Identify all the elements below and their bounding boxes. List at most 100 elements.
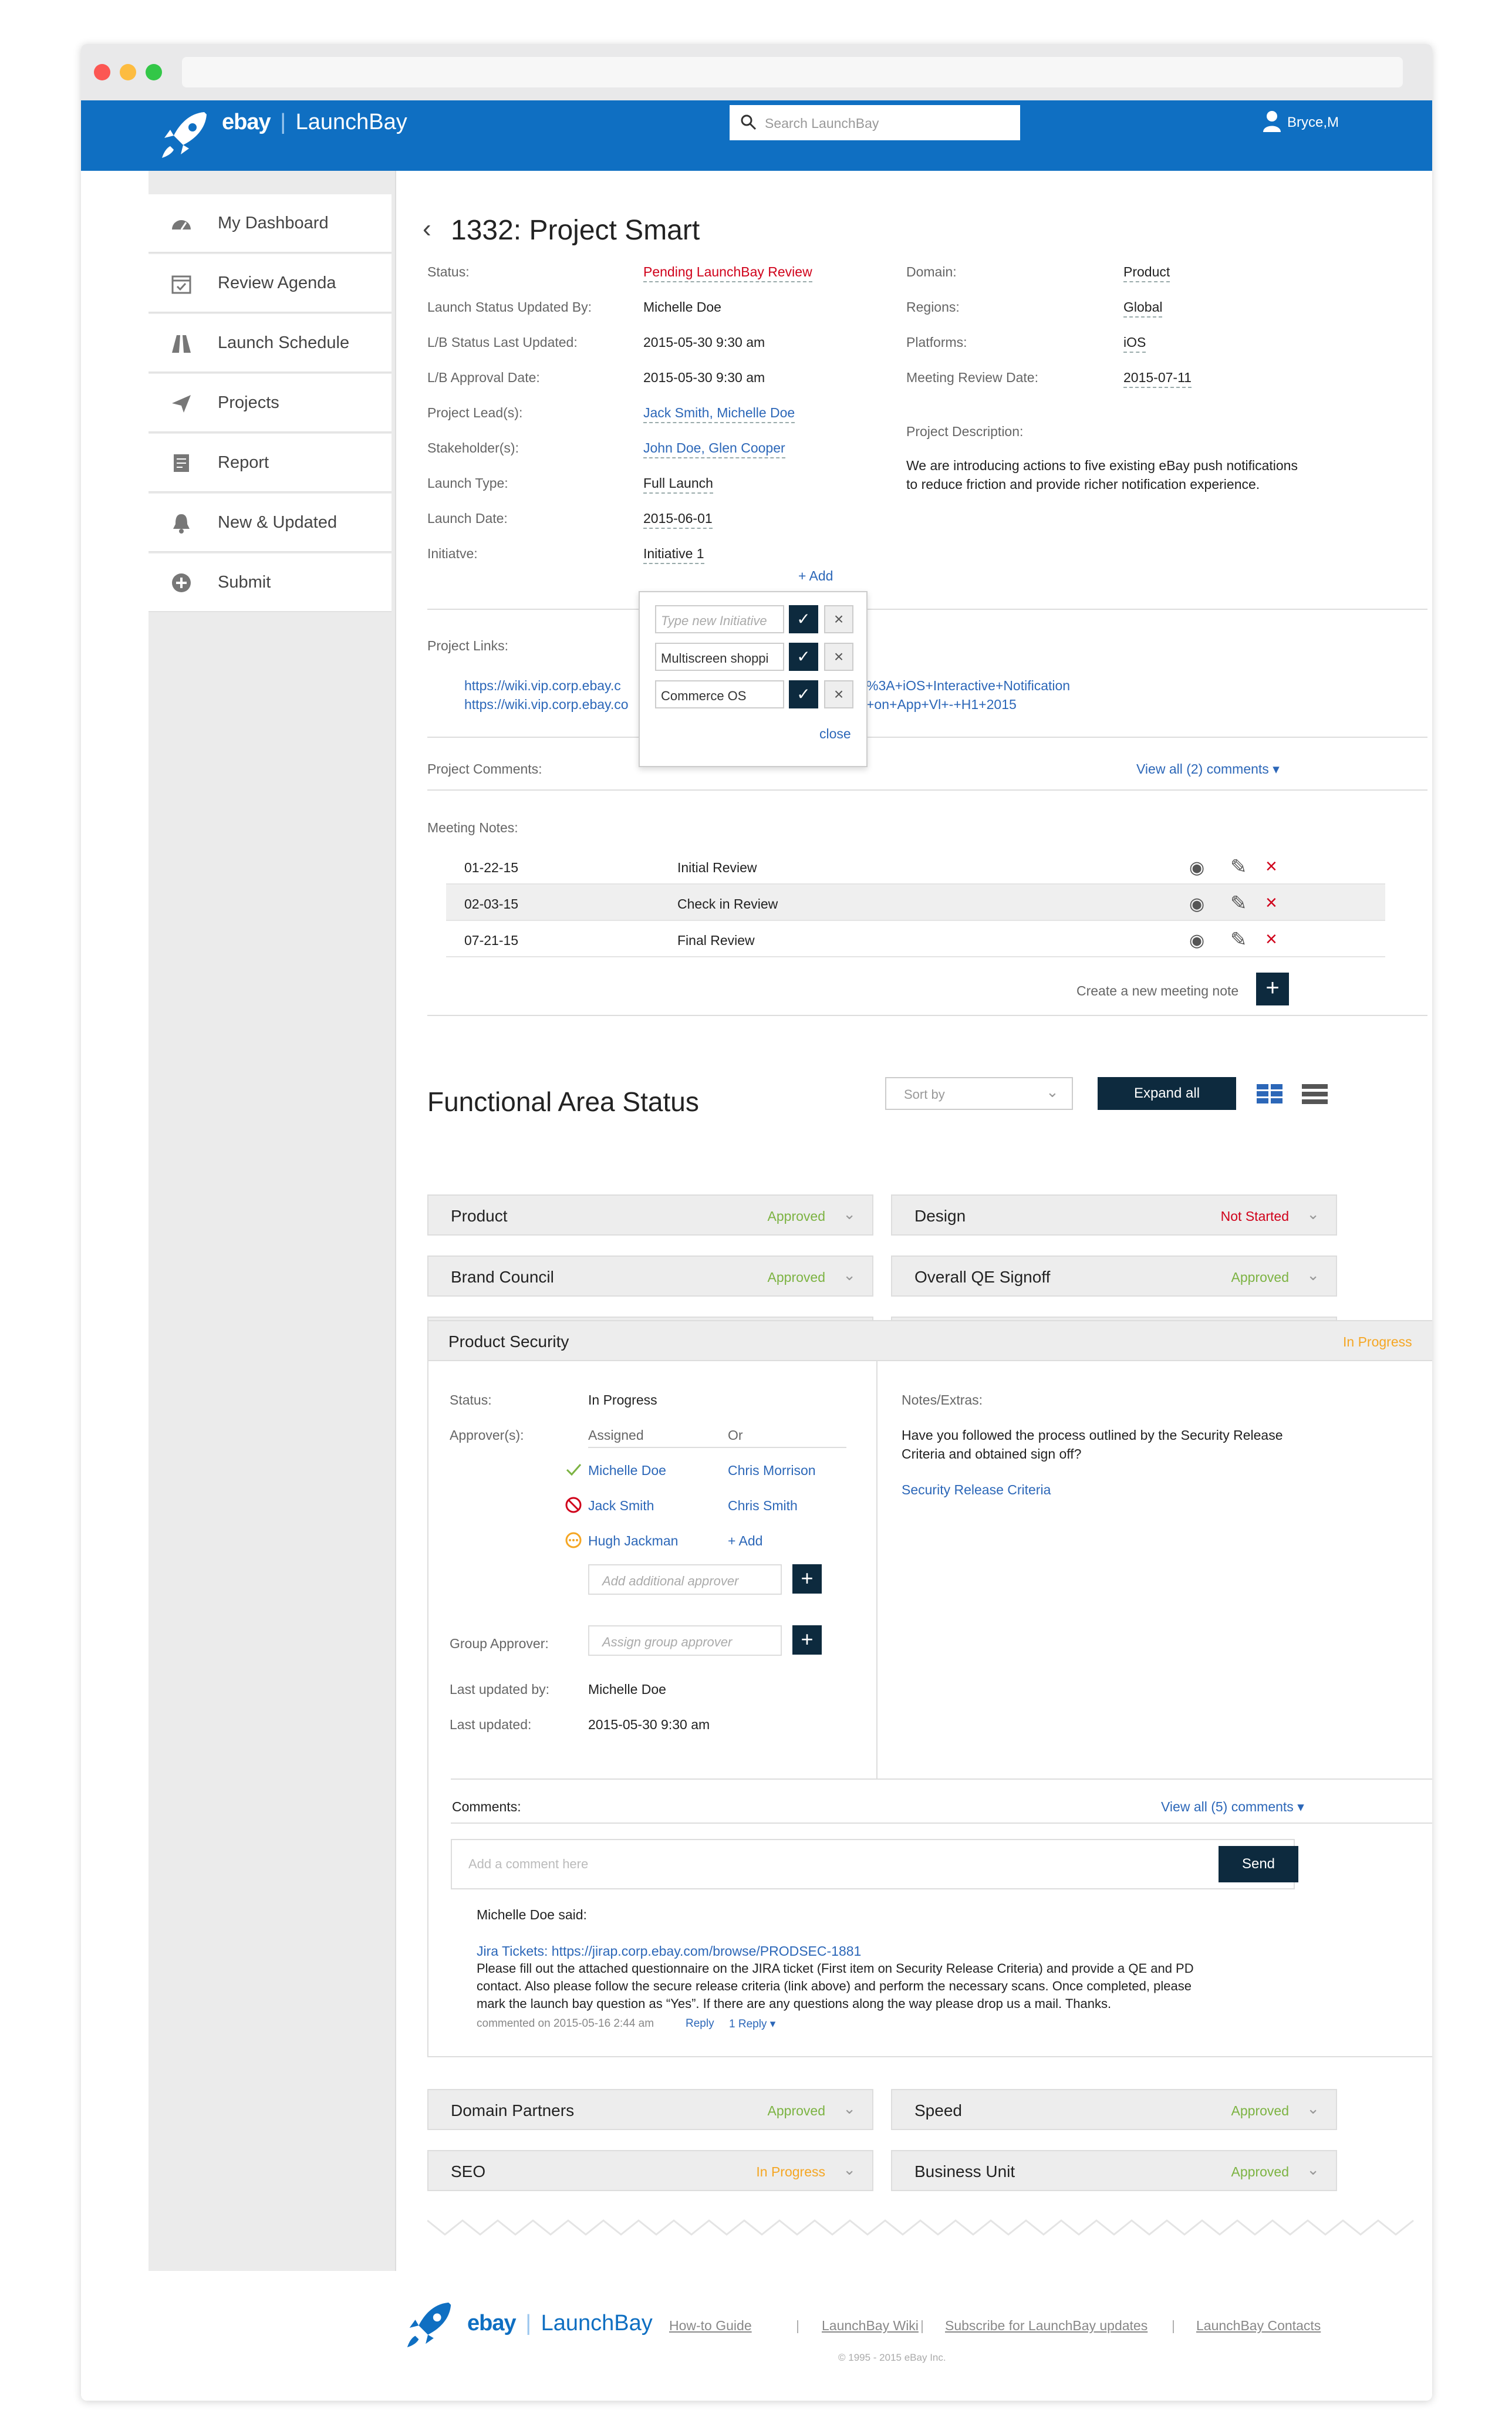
initiative-option-2[interactable]: Commerce OS	[655, 680, 784, 708]
chevron-down-icon[interactable]: ⌄	[1307, 1205, 1319, 1223]
view-eye-icon[interactable]: ◉	[1189, 930, 1204, 951]
send-comment-button[interactable]: Send	[1219, 1846, 1298, 1882]
remove-x-icon[interactable]: ×	[824, 605, 853, 633]
footer-link-contacts[interactable]: LaunchBay Contacts	[1196, 2318, 1321, 2334]
field-value: 2015-06-01	[643, 511, 713, 529]
field-value[interactable]: 2015-07-11	[1123, 370, 1192, 388]
sidebar-item-submit[interactable]: Submit	[148, 554, 392, 612]
project-link-1[interactable]: https://wiki.vip.corp.ebay.c	[464, 678, 621, 694]
project-link-2-tail[interactable]: +on+App+Vl+-+H1+2015	[866, 697, 1017, 713]
view-eye-icon[interactable]: ◉	[1189, 894, 1204, 914]
approver-name[interactable]: Hugh Jackman	[588, 1533, 678, 1549]
view-eye-icon[interactable]: ◉	[1189, 858, 1204, 878]
edit-pencil-icon[interactable]: ✎	[1230, 892, 1247, 915]
initiative-option-1[interactable]: Multiscreen shoppi	[655, 643, 784, 671]
chevron-down-icon[interactable]: ⌄	[843, 2161, 856, 2179]
functional-area-card[interactable]: Speed Approved ⌄	[891, 2089, 1337, 2130]
field-value[interactable]: Product	[1123, 264, 1170, 282]
add-initiative-link[interactable]: + Add	[798, 568, 833, 584]
field-value[interactable]: Jack Smith, Michelle Doe	[643, 405, 795, 423]
functional-area-card[interactable]: Overall QE Signoff Approved ⌄	[891, 1256, 1337, 1297]
user-menu[interactable]: Bryce,M	[1287, 114, 1339, 131]
confirm-check-icon[interactable]: ✓	[789, 605, 818, 633]
field-value[interactable]: iOS	[1123, 335, 1146, 353]
chevron-down-icon[interactable]: ⌄	[1307, 2100, 1319, 2118]
expand-all-button[interactable]: Expand all	[1098, 1077, 1236, 1110]
approver-name[interactable]: Michelle Doe	[588, 1463, 666, 1479]
sidebar-item-report[interactable]: Report	[148, 434, 392, 492]
chevron-down-icon[interactable]: ⌄	[843, 1205, 856, 1223]
create-meeting-note-button[interactable]: +	[1256, 973, 1289, 1005]
add-approver-alt-link[interactable]: + Add	[728, 1533, 762, 1549]
expanded-card-header[interactable]: Product Security In Progress ⌃	[427, 1320, 1432, 1361]
view-project-comments-link[interactable]: View all (2) comments ▾	[1136, 761, 1280, 777]
group-approver-input[interactable]: Assign group approver	[588, 1625, 782, 1656]
edit-pencil-icon[interactable]: ✎	[1230, 928, 1247, 951]
field-value[interactable]: Initiative 1	[643, 546, 704, 564]
security-release-criteria-link[interactable]: Security Release Criteria	[902, 1482, 1051, 1498]
new-initiative-input[interactable]: Type new Initiative	[655, 605, 784, 633]
status-value: In Progress	[588, 1392, 657, 1408]
project-comments-label: Project Comments:	[427, 761, 542, 777]
add-approver-input[interactable]: Add additional approver	[588, 1564, 782, 1595]
sidebar-item-new-updated[interactable]: New & Updated	[148, 494, 392, 552]
confirm-check-icon[interactable]: ✓	[789, 643, 818, 671]
footer-link-how-to-guide[interactable]: How-to Guide	[669, 2318, 752, 2334]
field-value[interactable]: John Doe, Glen Cooper	[643, 440, 785, 458]
status-badge: Approved	[1231, 2164, 1289, 2179]
project-link-1-tail[interactable]: %3A+iOS+Interactive+Notification	[866, 678, 1070, 694]
chevron-down-icon[interactable]: ⌄	[1307, 2161, 1319, 2179]
footer-link-wiki[interactable]: LaunchBay Wiki	[822, 2318, 919, 2334]
sidebar-item-launch-schedule[interactable]: Launch Schedule	[148, 314, 392, 373]
popover-close-link[interactable]: close	[819, 726, 851, 742]
footer-link-subscribe[interactable]: Subscribe for LaunchBay updates	[945, 2318, 1148, 2334]
functional-area-card[interactable]: Product Approved ⌄	[427, 1194, 873, 1236]
functional-area-card[interactable]: Business Unit Approved ⌄	[891, 2150, 1337, 2191]
bell-icon	[173, 514, 190, 534]
chevron-down-icon[interactable]: ⌄	[843, 1266, 856, 1284]
url-bar[interactable]	[182, 57, 1403, 87]
sidebar-item-projects[interactable]: Projects	[148, 374, 392, 433]
minimize-window-button[interactable]	[120, 64, 136, 80]
field-value[interactable]: Global	[1123, 299, 1163, 318]
chevron-down-icon[interactable]: ⌄	[843, 2100, 856, 2118]
functional-area-card[interactable]: Brand Council Approved ⌄	[427, 1256, 873, 1297]
approver-name[interactable]: Jack Smith	[588, 1498, 654, 1514]
add-approver-button[interactable]: +	[792, 1564, 822, 1594]
close-window-button[interactable]	[94, 64, 110, 80]
functional-area-card[interactable]: SEO In Progress ⌄	[427, 2150, 873, 2191]
brand-logo[interactable]: ebay | LaunchBay	[222, 110, 407, 135]
sort-by-select[interactable]: Sort by ⌄	[885, 1077, 1073, 1110]
field-label: Project Lead(s):	[427, 405, 523, 420]
list-view-icon[interactable]	[1302, 1084, 1328, 1104]
sidebar-item-my-dashboard[interactable]: My Dashboard	[148, 194, 392, 253]
edit-pencil-icon[interactable]: ✎	[1230, 855, 1247, 879]
meeting-note-date: 01-22-15	[464, 860, 519, 875]
chevron-up-icon[interactable]: ⌃	[1431, 1329, 1432, 1350]
project-link-2[interactable]: https://wiki.vip.corp.ebay.co	[464, 697, 629, 713]
approver-alt[interactable]: Chris Morrison	[728, 1463, 816, 1479]
chevron-down-icon[interactable]: ⌄	[1307, 1266, 1319, 1284]
delete-x-icon[interactable]: ×	[1265, 892, 1277, 914]
replies-toggle[interactable]: 1 Reply ▾	[729, 2017, 775, 2031]
sidebar-item-review-agenda[interactable]: Review Agenda	[148, 254, 392, 313]
functional-area-card[interactable]: Domain Partners Approved ⌄	[427, 2089, 873, 2130]
card-title: Brand Council	[451, 1268, 554, 1286]
approver-alt[interactable]: Chris Smith	[728, 1498, 798, 1514]
add-group-approver-button[interactable]: +	[792, 1625, 822, 1655]
remove-x-icon[interactable]: ×	[824, 680, 853, 708]
confirm-check-icon[interactable]: ✓	[789, 680, 818, 708]
meeting-note-date: 02-03-15	[464, 896, 519, 912]
comment-input[interactable]: Add a comment here	[451, 1839, 1295, 1889]
comment-jira-link[interactable]: Jira Tickets: https://jirap.corp.ebay.co…	[477, 1943, 861, 1959]
remove-x-icon[interactable]: ×	[824, 643, 853, 671]
delete-x-icon[interactable]: ×	[1265, 928, 1277, 951]
back-arrow-icon[interactable]: ‹	[423, 214, 431, 244]
maximize-window-button[interactable]	[146, 64, 162, 80]
functional-area-card[interactable]: Design Not Started ⌄	[891, 1194, 1337, 1236]
footer-brand[interactable]: ebay | LaunchBay	[467, 2311, 653, 2336]
reply-link[interactable]: Reply	[686, 2017, 714, 2030]
view-all-comments-link[interactable]: View all (5) comments ▾	[1161, 1799, 1304, 1815]
delete-x-icon[interactable]: ×	[1265, 855, 1277, 878]
grid-view-icon[interactable]	[1257, 1084, 1283, 1104]
